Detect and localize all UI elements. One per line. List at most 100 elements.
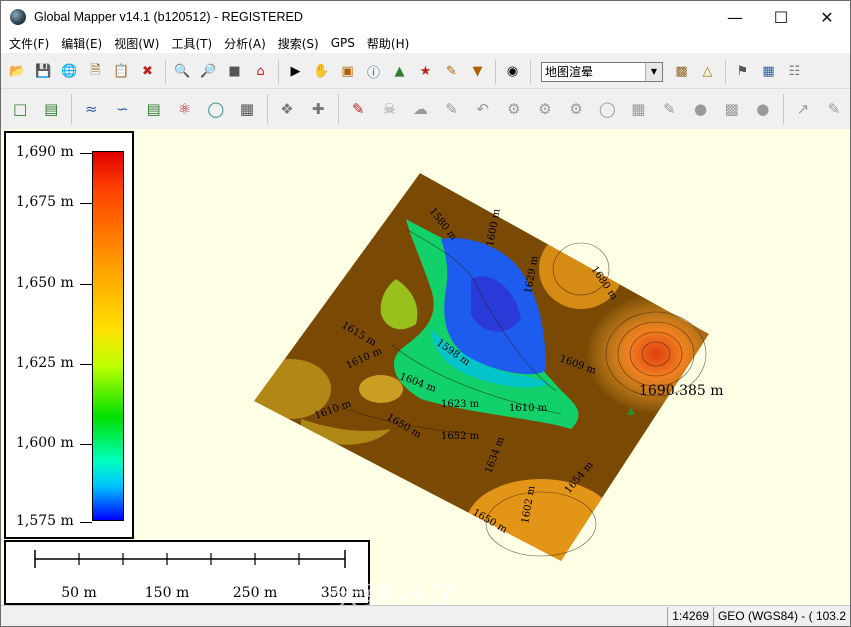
minimize-button[interactable]: —: [712, 1, 758, 33]
grid-icon[interactable]: ☷: [782, 59, 807, 84]
feature-tool-10-icon[interactable]: ▦: [623, 94, 653, 125]
contour-icon[interactable]: ≈: [76, 94, 106, 125]
create-line-icon[interactable]: ▤: [36, 94, 66, 125]
layers-icon[interactable]: ▦: [756, 59, 781, 84]
path-profile-icon[interactable]: ▲: [387, 59, 412, 84]
shader-icon[interactable]: ▩: [669, 59, 694, 84]
close-button[interactable]: ✕: [804, 1, 850, 33]
digitizer-icon[interactable]: ✎: [439, 59, 464, 84]
zoom-out-icon[interactable]: 🔎: [196, 59, 221, 84]
legend-tick: [80, 284, 92, 285]
legend-tick: [80, 364, 92, 365]
scale-label: 150 m: [144, 585, 190, 601]
export-icon[interactable]: 📋: [109, 59, 134, 84]
code-icon[interactable]: ⚛: [170, 94, 200, 125]
feature-tool-14-icon[interactable]: ●: [748, 94, 778, 125]
layer-select[interactable]: 地图渲晕 ▼: [541, 61, 663, 82]
feature-tool-12-icon[interactable]: ●: [686, 94, 716, 125]
menu-file[interactable]: 文件(F): [3, 35, 55, 52]
pan-hand-icon[interactable]: ✋: [309, 59, 334, 84]
scale-bar-ruler: [34, 550, 346, 568]
contour-label: 1623 m: [441, 399, 480, 410]
legend-tick: [80, 203, 92, 204]
menu-edit[interactable]: 编辑(E): [55, 35, 108, 52]
print-icon[interactable]: 🗎: [83, 59, 108, 84]
legend-tick: [80, 153, 92, 154]
feature-tool-4-icon[interactable]: ✎: [437, 94, 467, 125]
3d-view-icon[interactable]: △: [695, 59, 720, 84]
status-projection: GEO (WGS84) - ( 103.2: [712, 606, 850, 626]
app-window: Global Mapper v14.1 (b120512) - REGISTER…: [0, 0, 851, 627]
feature-tool-9-icon[interactable]: ◯: [592, 94, 622, 125]
legend-label: 1,650 m: [16, 275, 74, 291]
legend-color-ramp: [92, 151, 124, 521]
legend-tick: [80, 522, 92, 523]
status-scale: 1:4269: [667, 606, 713, 626]
legend-label-min: 1,575 m: [16, 513, 74, 529]
toolbar-separator: [71, 94, 73, 124]
menu-view[interactable]: 视图(W): [108, 35, 165, 52]
elevation-legend: 1,690 m 1,675 m 1,650 m 1,625 m 1,600 m …: [4, 131, 134, 539]
legend-label: 1,675 m: [16, 194, 74, 210]
feature-tool-8-icon[interactable]: ⚙: [561, 94, 591, 125]
point-edit-icon[interactable]: ❖: [272, 94, 302, 125]
create-area-icon[interactable]: □: [5, 94, 35, 125]
scale-label: 250 m: [232, 585, 278, 601]
feature-tool-6-icon[interactable]: ⚙: [499, 94, 529, 125]
toolbar-separator: [530, 59, 531, 84]
full-view-icon[interactable]: ■: [222, 59, 247, 84]
feature-tool-13-icon[interactable]: ▩: [717, 94, 747, 125]
feature-tool-11-icon[interactable]: ✎: [654, 94, 684, 125]
main-toolbar: 📂 💾 🌐 🗎 📋 ✖ 🔍 🔎 ■ ⌂ ▶ ✋ ▣ ⓘ ▲ ★ ✎ ▼ ◉ 地图…: [1, 55, 850, 89]
viewshed-icon[interactable]: ★: [413, 59, 438, 84]
scale-bar: 50 m 150 m 250 m 350 m: [4, 540, 370, 605]
contour-label: 1652 m: [441, 431, 480, 442]
contour-label: 1610 m: [509, 403, 548, 414]
toolbar-separator: [338, 94, 340, 124]
binoculars-icon[interactable]: ◉: [500, 59, 525, 84]
menu-gps[interactable]: GPS: [325, 36, 361, 50]
terrain-icon[interactable]: ▤: [138, 94, 168, 125]
toolbar-separator: [782, 94, 784, 124]
feature-tool-5-icon[interactable]: ↶: [468, 94, 498, 125]
config-tools-icon[interactable]: ✖: [135, 59, 160, 84]
watershed-icon[interactable]: ∽: [107, 94, 137, 125]
toolbar-separator: [725, 59, 726, 84]
menu-help[interactable]: 帮助(H): [361, 35, 415, 52]
title-bar: Global Mapper v14.1 (b120512) - REGISTER…: [1, 1, 850, 33]
legend-tick: [80, 444, 92, 445]
peak-label: 1690.385 m: [639, 383, 724, 399]
toolbar-separator: [266, 94, 268, 124]
open-folder-icon[interactable]: 📂: [5, 59, 30, 84]
menu-search[interactable]: 搜索(S): [272, 35, 325, 52]
feature-tool-2-icon[interactable]: ☠: [374, 94, 404, 125]
feature-tool-1-icon[interactable]: ✎: [343, 94, 373, 125]
maximize-button[interactable]: ☐: [758, 1, 804, 33]
buffer-icon[interactable]: ◯: [201, 94, 231, 125]
grid-create-icon[interactable]: ▦: [232, 94, 262, 125]
save-icon[interactable]: 💾: [31, 59, 56, 84]
menu-analysis[interactable]: 分析(A): [218, 35, 272, 52]
vertex-edit-icon[interactable]: ✚: [303, 94, 333, 125]
flag-icon[interactable]: ⚑: [730, 59, 755, 84]
map-view[interactable]: 1580 m 1600 m 1629 m 1615 m 1598 m 1610 m 1604…: [1, 129, 850, 605]
info-tool-icon[interactable]: ⓘ: [361, 59, 386, 84]
feature-tool-7-icon[interactable]: ⚙: [530, 94, 560, 125]
layer-select-value: 地图渲晕: [545, 65, 594, 79]
home-icon[interactable]: ⌂: [248, 59, 273, 84]
globe-icon[interactable]: 🌐: [57, 59, 82, 84]
toolbar-separator: [165, 59, 166, 84]
zoom-in-icon[interactable]: 🔍: [170, 59, 195, 84]
status-bar: 1:4269 GEO (WGS84) - ( 103.2: [1, 605, 850, 626]
legend-label: 1,600 m: [16, 435, 74, 451]
zoom-tool-icon[interactable]: ▶: [283, 59, 308, 84]
window-title: Global Mapper v14.1 (b120512) - REGISTER…: [34, 10, 303, 24]
dropdown-tool-icon[interactable]: ▼: [465, 59, 490, 84]
menu-tools[interactable]: 工具(T): [165, 35, 218, 52]
legend-label: 1,625 m: [16, 355, 74, 371]
feature-tool-15-icon[interactable]: ↗: [788, 94, 818, 125]
globe-app-icon: [10, 9, 26, 25]
measure-icon[interactable]: ▣: [335, 59, 360, 84]
feature-tool-3-icon[interactable]: ☁: [405, 94, 435, 125]
feature-tool-16-icon[interactable]: ✎: [819, 94, 849, 125]
